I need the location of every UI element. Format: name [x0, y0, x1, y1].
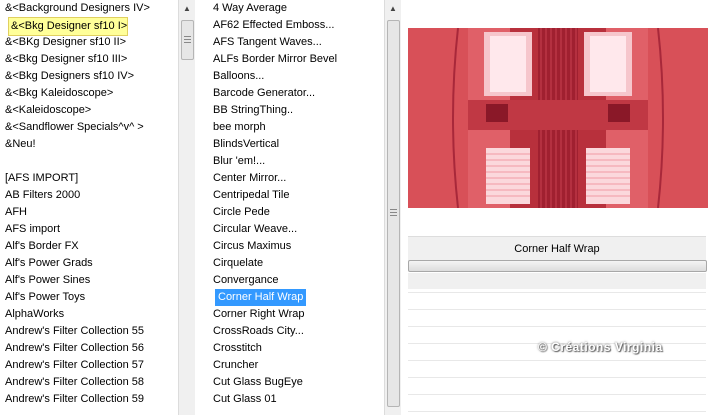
- grip-line: [184, 39, 191, 40]
- grip-line: [390, 212, 397, 213]
- effect-list-item[interactable]: bee morph: [208, 119, 337, 136]
- category-list-item[interactable]: &<Bkg Designer sf10 III>: [0, 51, 150, 68]
- effect-list-item[interactable]: Cirquelate: [208, 255, 337, 272]
- grip-line: [390, 215, 397, 216]
- effect-list-item[interactable]: Corner Half Wrap: [208, 289, 337, 306]
- divider: [408, 394, 706, 395]
- effect-list-item[interactable]: Cut Glass BugEye: [208, 374, 337, 391]
- effect-list-item[interactable]: Circle Pede: [208, 204, 337, 221]
- effect-list-item[interactable]: Balloons...: [208, 68, 337, 85]
- category-list-item[interactable]: &<Background Designers IV>: [0, 0, 150, 17]
- effect-list-item[interactable]: Cruncher: [208, 357, 337, 374]
- effect-list-item[interactable]: AFS Tangent Waves...: [208, 34, 337, 51]
- effect-list-item[interactable]: AF62 Effected Emboss...: [208, 17, 337, 34]
- category-list-item[interactable]: &<Sandflower Specials^v^ >: [0, 119, 150, 136]
- category-list-item[interactable]: &<Bkg Kaleidoscope>: [0, 85, 150, 102]
- category-list-item[interactable]: Alf's Power Toys: [0, 289, 150, 306]
- status-strip: [408, 273, 706, 289]
- category-list-item: [0, 153, 150, 170]
- divider: [408, 326, 706, 327]
- category-list-item[interactable]: &<Kaleidoscope>: [0, 102, 150, 119]
- effect-list-item[interactable]: Barcode Generator...: [208, 85, 337, 102]
- effect-list-item[interactable]: Convergance: [208, 272, 337, 289]
- scroll-thumb[interactable]: [181, 20, 194, 60]
- category-list-item[interactable]: Andrew's Filter Collection 59: [0, 391, 150, 408]
- effect-list-item[interactable]: BB StringThing..: [208, 102, 337, 119]
- effect-list-scrollbar[interactable]: ▲: [384, 0, 401, 415]
- effect-list-item[interactable]: Center Mirror...: [208, 170, 337, 187]
- divider: [408, 360, 706, 361]
- effect-list-item-label: Corner Half Wrap: [215, 289, 307, 306]
- effect-list-item[interactable]: Centripedal Tile: [208, 187, 337, 204]
- effect-list-item[interactable]: Circular Weave...: [208, 221, 337, 238]
- progress-bar: [408, 260, 707, 272]
- filter-category-list[interactable]: &<Background Designers IV> &<Bkg Designer…: [0, 0, 178, 415]
- category-list-item[interactable]: AFH: [0, 204, 150, 221]
- divider: [408, 292, 706, 293]
- effect-list-item[interactable]: Blur 'em!...: [208, 153, 337, 170]
- grip-line: [390, 209, 397, 210]
- category-list-item[interactable]: Alf's Border FX: [0, 238, 150, 255]
- preview-panel: Corner Half Wrap © Créations Virginia: [401, 0, 713, 415]
- category-list-item[interactable]: [AFS IMPORT]: [0, 170, 150, 187]
- scroll-up-arrow-icon[interactable]: ▲: [179, 0, 195, 17]
- category-list-item[interactable]: AB Filters 2000: [0, 187, 150, 204]
- effect-list-item[interactable]: ALFs Border Mirror Bevel: [208, 51, 337, 68]
- category-list-item[interactable]: &Neu!: [0, 136, 150, 153]
- category-list-item[interactable]: AFS import: [0, 221, 150, 238]
- grip-line: [184, 42, 191, 43]
- scroll-thumb[interactable]: [387, 20, 400, 407]
- category-list-item[interactable]: &<BKg Designer sf10 II>: [0, 34, 150, 51]
- divider: [408, 377, 706, 378]
- effect-list-item[interactable]: Cut Glass 01: [208, 391, 337, 408]
- preview-pattern: [408, 28, 708, 208]
- category-list-item[interactable]: &<Bkg Designers sf10 IV>: [0, 68, 150, 85]
- effect-list-item[interactable]: 4 Way Average: [208, 0, 337, 17]
- category-list-item[interactable]: AlphaWorks: [0, 306, 150, 323]
- effect-list-item[interactable]: BlindsVertical: [208, 136, 337, 153]
- effect-list-item[interactable]: CrossRoads City...: [208, 323, 337, 340]
- effect-preview-image: [408, 28, 708, 208]
- divider: [408, 309, 706, 310]
- effect-list-item[interactable]: Crosstitch: [208, 340, 337, 357]
- category-list-item[interactable]: &<Bkg Designer sf10 I>: [0, 17, 150, 36]
- category-list-item[interactable]: Andrew's Filter Collection 55: [0, 323, 150, 340]
- effect-name-label: Corner Half Wrap: [408, 236, 706, 261]
- category-list-item[interactable]: Andrew's Filter Collection 57: [0, 357, 150, 374]
- category-list-item[interactable]: Andrew's Filter Collection 56: [0, 340, 150, 357]
- category-list-item[interactable]: Alf's Power Sines: [0, 272, 150, 289]
- category-list-item[interactable]: Alf's Power Grads: [0, 255, 150, 272]
- watermark-text: © Créations Virginia: [538, 340, 663, 354]
- effect-list-item[interactable]: Circus Maximus: [208, 238, 337, 255]
- grip-line: [184, 36, 191, 37]
- category-items: &<Background Designers IV> &<Bkg Designer…: [0, 0, 150, 408]
- filter-effect-list[interactable]: 4 Way Average AF62 Effected Emboss... AFS …: [208, 0, 384, 415]
- category-list-scrollbar[interactable]: ▲: [178, 0, 195, 415]
- effect-items: 4 Way Average AF62 Effected Emboss... AFS …: [208, 0, 337, 408]
- category-list-item[interactable]: Andrew's Filter Collection 58: [0, 374, 150, 391]
- effect-list-item[interactable]: Corner Right Wrap: [208, 306, 337, 323]
- divider: [408, 411, 706, 412]
- scroll-up-arrow-icon[interactable]: ▲: [385, 0, 401, 17]
